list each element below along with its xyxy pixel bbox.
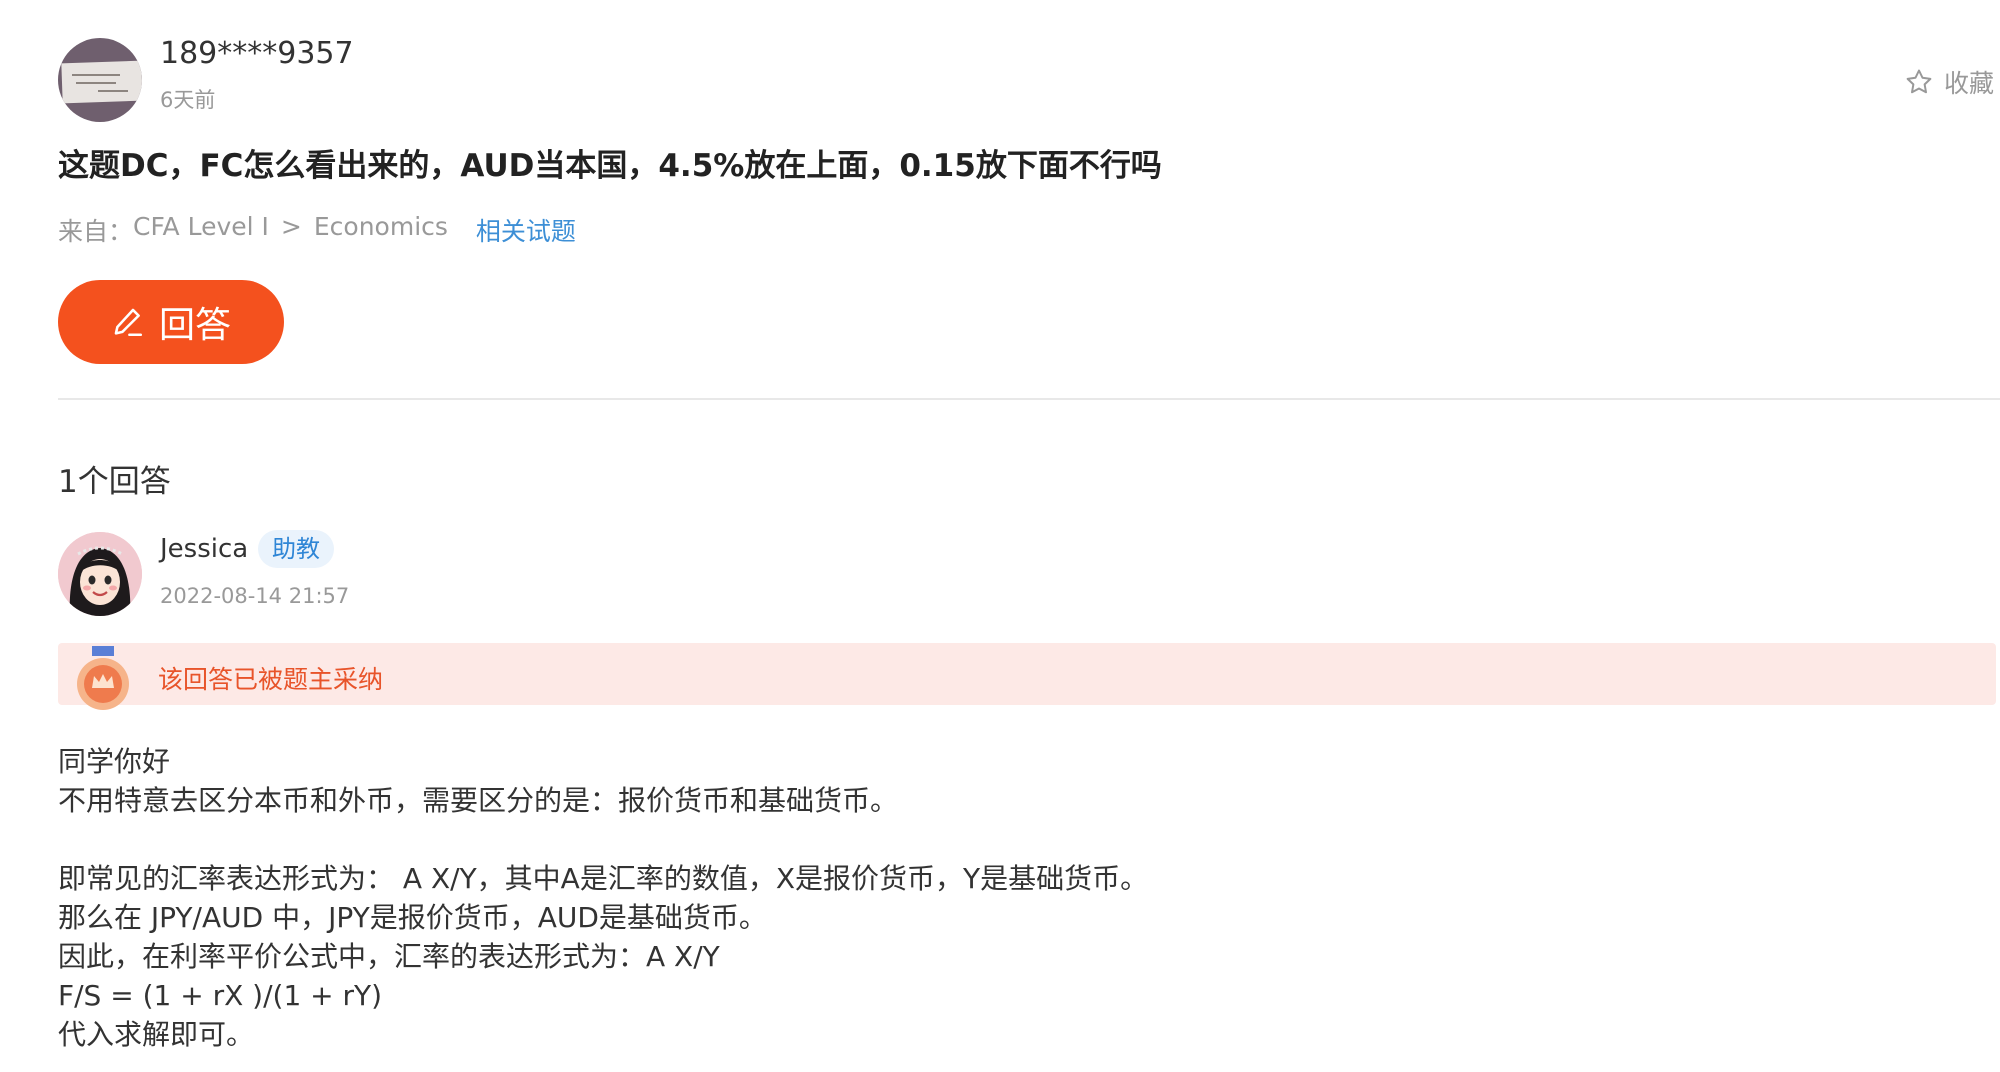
answer-line: 不用特意去区分本币和外币，需要区分的是：报价货币和基础货币。	[58, 784, 899, 817]
asker-username[interactable]: 189****9357	[160, 36, 354, 71]
question-time: 6天前	[160, 88, 216, 112]
answer-button[interactable]: 回答	[58, 280, 284, 364]
question-title: 这题DC，FC怎么看出来的，AUD当本国，4.5%放在上面，0.15放下面不行吗	[58, 148, 1162, 184]
source-topic: Economics	[313, 212, 448, 241]
accepted-label: 该回答已被题主采纳	[158, 665, 384, 694]
source-separator: >	[280, 212, 302, 241]
answer-line: 那么在 JPY/AUD 中，JPY是报价货币，AUD是基础货币。	[58, 901, 767, 934]
pencil-icon	[114, 308, 143, 337]
star-outline-icon	[1906, 69, 1932, 94]
answer-line: F/S = (1 + rX )/(1 + rY)	[58, 979, 383, 1012]
answer-content: 同学你好 不用特意去区分本币和外币，需要区分的是：报价货币和基础货币。 即常见的…	[58, 742, 1958, 1054]
answerer-avatar[interactable]	[58, 532, 142, 616]
answerer-name[interactable]: Jessica	[160, 534, 248, 564]
answer-button-label: 回答	[158, 305, 231, 346]
answer-blank-line	[58, 820, 1958, 859]
asker-avatar[interactable]	[58, 38, 142, 122]
answers-count: 1个回答	[58, 464, 171, 500]
favorite-label: 收藏	[1943, 69, 1994, 98]
source-course: CFA Level I	[133, 212, 269, 241]
answer-time: 2022-08-14 21:57	[160, 584, 350, 608]
source-prefix: 来自：	[58, 217, 134, 246]
medal-icon	[77, 646, 129, 710]
favorite-button[interactable]: 收藏	[1904, 64, 1994, 100]
answer-line: 因此，在利率平价公式中，汇率的表达形式为：A X/Y	[58, 940, 720, 973]
question-source: 来自： CFA Level I > Economics 相关试题	[58, 212, 576, 248]
related-questions-link[interactable]: 相关试题	[476, 212, 576, 248]
answer-line: 代入求解即可。	[58, 1018, 255, 1051]
section-divider	[58, 398, 2000, 400]
cartoon-avatar-image	[58, 532, 142, 616]
answer-line: 同学你好	[58, 745, 171, 778]
answer-line: 即常见的汇率表达形式为： A X/Y，其中A是汇率的数值，X是报价货币，Y是基础…	[58, 862, 1149, 895]
role-badge: 助教	[258, 530, 334, 568]
